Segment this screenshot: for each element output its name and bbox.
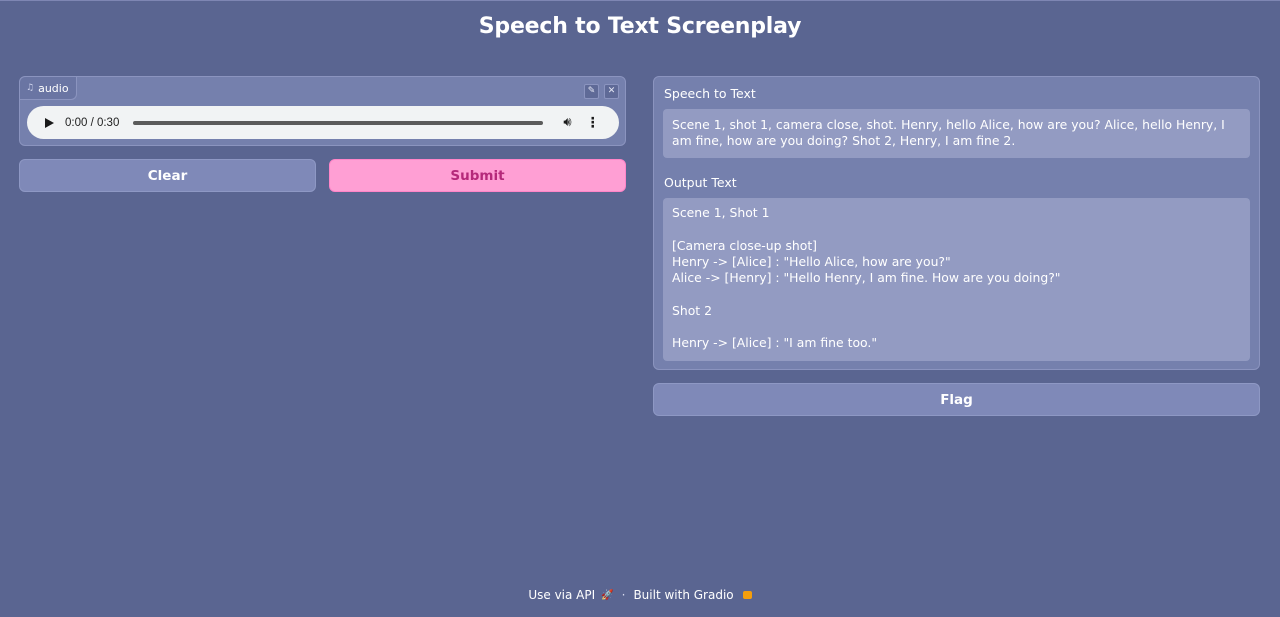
- use-via-api-link[interactable]: Use via API: [528, 588, 595, 602]
- page-title: Speech to Text Screenplay: [478, 14, 802, 39]
- speech-to-text-label: Speech to Text: [664, 86, 756, 101]
- play-icon[interactable]: [45, 117, 54, 128]
- more-options-icon[interactable]: ⋮: [586, 115, 600, 131]
- output-panel: Speech to Text Scene 1, shot 1, camera c…: [653, 76, 1260, 370]
- clear-audio-button[interactable]: ✕: [604, 84, 619, 99]
- footer-separator: ·: [621, 588, 626, 602]
- speech-to-text-field[interactable]: Scene 1, shot 1, camera close, shot. Hen…: [663, 109, 1250, 158]
- clear-button[interactable]: Clear: [19, 159, 316, 192]
- submit-button[interactable]: Submit: [329, 159, 626, 192]
- pencil-icon: ✎: [587, 86, 596, 96]
- audio-time: 0:00 / 0:30: [65, 116, 120, 129]
- audio-block-label: ♫ audio: [20, 77, 77, 100]
- audio-progress-bar[interactable]: [133, 120, 544, 125]
- rocket-icon: 🚀: [601, 589, 614, 601]
- output-text-field[interactable]: Scene 1, Shot 1 [Camera close-up shot] H…: [663, 198, 1250, 361]
- audio-label-text: audio: [38, 81, 69, 95]
- footer: Use via API 🚀 · Built with Gradio: [0, 588, 1280, 602]
- flag-button[interactable]: Flag: [653, 383, 1260, 416]
- close-icon: ✕: [607, 86, 616, 96]
- gradio-logo-icon: [742, 591, 752, 599]
- built-with-gradio-link[interactable]: Built with Gradio: [633, 588, 733, 602]
- audio-player: 0:00 / 0:30 🔊︎ ⋮: [27, 106, 619, 139]
- audio-input-panel: ♫ audio ✎ ✕ 0:00 / 0:30 🔊︎ ⋮: [19, 76, 626, 146]
- volume-icon[interactable]: 🔊︎: [563, 115, 571, 130]
- music-icon: ♫: [26, 83, 35, 93]
- edit-audio-button[interactable]: ✎: [584, 84, 599, 99]
- output-text-label: Output Text: [664, 175, 737, 190]
